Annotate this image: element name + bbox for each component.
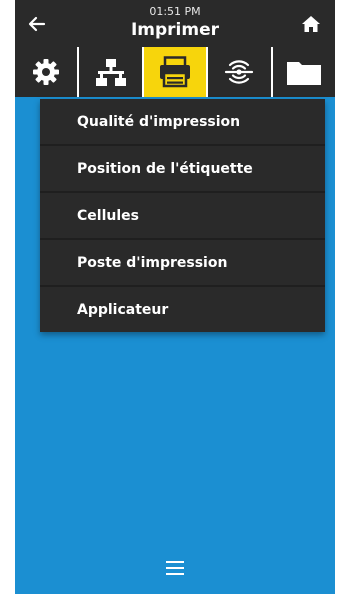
network-icon [95,59,126,86]
clock-time: 01:51 PM [149,5,201,18]
wireless-icon [225,60,254,84]
header-bar: 01:51 PM Imprimer [15,0,335,47]
category-tab-bar [15,47,335,97]
home-icon [302,16,320,32]
menu-item-print-station[interactable]: Poste d'impression [40,240,325,287]
tab-network[interactable] [79,47,142,97]
hamburger-menu-icon[interactable] [157,556,193,580]
folder-icon [286,62,321,85]
gear-icon [33,59,60,85]
tab-storage[interactable] [272,47,335,97]
menu-item-sensors[interactable]: Cellules [40,193,325,240]
tab-print[interactable] [143,47,207,97]
print-submenu: Qualité d'impression Position de l'étiqu… [40,99,325,332]
menu-item-applicator[interactable]: Applicateur [40,287,325,332]
page-title: Imprimer [130,20,220,40]
tab-connectivity[interactable] [208,47,271,97]
printer-screen: 01:51 PM Imprimer Qualité d'impression P… [15,0,335,594]
printer-icon [160,56,191,88]
menu-item-label-position[interactable]: Position de l'étiquette [40,146,325,193]
tab-settings[interactable] [15,47,78,97]
menu-item-print-quality[interactable]: Qualité d'impression [40,99,325,146]
home-button[interactable] [293,6,329,42]
